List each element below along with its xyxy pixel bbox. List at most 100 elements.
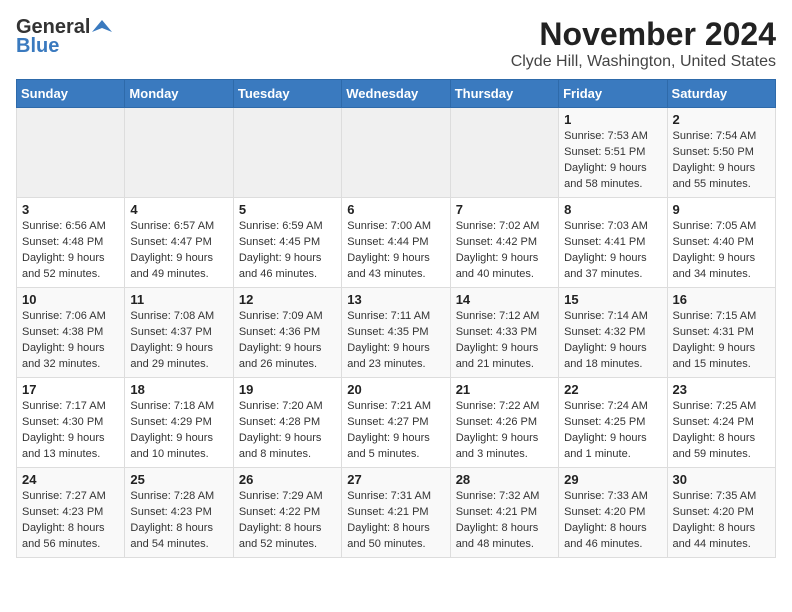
day-number: 10 — [22, 292, 119, 307]
day-number: 19 — [239, 382, 336, 397]
calendar-table: SundayMondayTuesdayWednesdayThursdayFrid… — [16, 79, 776, 558]
calendar-cell — [17, 108, 125, 198]
day-number: 24 — [22, 472, 119, 487]
calendar-cell: 14 Sunrise: 7:12 AMSunset: 4:33 PMDayligh… — [450, 288, 558, 378]
calendar-cell — [125, 108, 233, 198]
day-number: 12 — [239, 292, 336, 307]
title-section: November 2024 Clyde Hill, Washington, Un… — [511, 16, 776, 71]
day-info: Sunrise: 7:14 AMSunset: 4:32 PMDaylight:… — [564, 309, 661, 373]
calendar-cell: 17Sunrise: 7:17 AMSunset: 4:30 PMDayligh… — [17, 378, 125, 468]
day-number: 28 — [456, 472, 553, 487]
calendar-cell: 6 Sunrise: 7:00 AMSunset: 4:44 PMDaylight… — [342, 198, 450, 288]
day-number: 21 — [456, 382, 553, 397]
calendar-cell: 29Sunrise: 7:33 AMSunset: 4:20 PMDayligh… — [559, 468, 667, 558]
day-number: 14 — [456, 292, 553, 307]
calendar-cell: 30 Sunrise: 7:35 AMSunset: 4:20 PMDayligh… — [667, 468, 775, 558]
calendar-cell: 13 Sunrise: 7:11 AMSunset: 4:35 PMDayligh… — [342, 288, 450, 378]
calendar-cell: 24 Sunrise: 7:27 AMSunset: 4:23 PMDayligh… — [17, 468, 125, 558]
day-number: 30 — [673, 472, 770, 487]
logo-blue-text: Blue — [16, 35, 59, 58]
day-info: Sunrise: 7:35 AMSunset: 4:20 PMDaylight:… — [673, 489, 770, 553]
day-info: Sunrise: 6:57 AMSunset: 4:47 PMDaylight:… — [130, 219, 227, 283]
day-number: 8 — [564, 202, 661, 217]
calendar-cell: 19Sunrise: 7:20 AMSunset: 4:28 PMDayligh… — [233, 378, 341, 468]
calendar-cell: 16Sunrise: 7:15 AMSunset: 4:31 PMDayligh… — [667, 288, 775, 378]
calendar-week-1: 1 Sunrise: 7:53 AMSunset: 5:51 PMDaylight… — [17, 108, 776, 198]
header-day-tuesday: Tuesday — [233, 80, 341, 108]
header: General Blue November 2024 Clyde Hill, W… — [16, 16, 776, 71]
logo: General Blue — [16, 16, 112, 58]
day-number: 6 — [347, 202, 444, 217]
calendar-header-row: SundayMondayTuesdayWednesdayThursdayFrid… — [17, 80, 776, 108]
calendar-cell: 15 Sunrise: 7:14 AMSunset: 4:32 PMDayligh… — [559, 288, 667, 378]
header-day-sunday: Sunday — [17, 80, 125, 108]
calendar-cell — [450, 108, 558, 198]
day-info: Sunrise: 7:02 AMSunset: 4:42 PMDaylight:… — [456, 219, 553, 283]
calendar-cell: 21 Sunrise: 7:22 AMSunset: 4:26 PMDayligh… — [450, 378, 558, 468]
day-number: 20 — [347, 382, 444, 397]
day-info: Sunrise: 7:12 AMSunset: 4:33 PMDaylight:… — [456, 309, 553, 373]
day-number: 18 — [130, 382, 227, 397]
day-number: 3 — [22, 202, 119, 217]
calendar-cell: 3 Sunrise: 6:56 AMSunset: 4:48 PMDaylight… — [17, 198, 125, 288]
day-info: Sunrise: 7:53 AMSunset: 5:51 PMDaylight:… — [564, 129, 661, 193]
day-number: 15 — [564, 292, 661, 307]
calendar-cell: 7Sunrise: 7:02 AMSunset: 4:42 PMDaylight… — [450, 198, 558, 288]
day-info: Sunrise: 7:24 AMSunset: 4:25 PMDaylight:… — [564, 399, 661, 463]
calendar-cell — [342, 108, 450, 198]
day-info: Sunrise: 7:54 AMSunset: 5:50 PMDaylight:… — [673, 129, 770, 193]
day-info: Sunrise: 7:11 AMSunset: 4:35 PMDaylight:… — [347, 309, 444, 373]
day-info: Sunrise: 7:08 AMSunset: 4:37 PMDaylight:… — [130, 309, 227, 373]
day-info: Sunrise: 7:33 AMSunset: 4:20 PMDaylight:… — [564, 489, 661, 553]
day-info: Sunrise: 7:28 AMSunset: 4:23 PMDaylight:… — [130, 489, 227, 553]
calendar-cell: 27Sunrise: 7:31 AMSunset: 4:21 PMDayligh… — [342, 468, 450, 558]
day-info: Sunrise: 7:22 AMSunset: 4:26 PMDaylight:… — [456, 399, 553, 463]
day-number: 9 — [673, 202, 770, 217]
day-number: 27 — [347, 472, 444, 487]
header-day-thursday: Thursday — [450, 80, 558, 108]
header-day-wednesday: Wednesday — [342, 80, 450, 108]
day-info: Sunrise: 6:56 AMSunset: 4:48 PMDaylight:… — [22, 219, 119, 283]
day-info: Sunrise: 7:17 AMSunset: 4:30 PMDaylight:… — [22, 399, 119, 463]
calendar-week-2: 3 Sunrise: 6:56 AMSunset: 4:48 PMDaylight… — [17, 198, 776, 288]
day-number: 1 — [564, 112, 661, 127]
calendar-cell: 25 Sunrise: 7:28 AMSunset: 4:23 PMDayligh… — [125, 468, 233, 558]
day-number: 13 — [347, 292, 444, 307]
location-subtitle: Clyde Hill, Washington, United States — [511, 53, 776, 71]
day-info: Sunrise: 7:06 AMSunset: 4:38 PMDaylight:… — [22, 309, 119, 373]
day-number: 5 — [239, 202, 336, 217]
calendar-cell: 18Sunrise: 7:18 AMSunset: 4:29 PMDayligh… — [125, 378, 233, 468]
day-number: 22 — [564, 382, 661, 397]
calendar-cell: 8 Sunrise: 7:03 AMSunset: 4:41 PMDaylight… — [559, 198, 667, 288]
calendar-cell: 11Sunrise: 7:08 AMSunset: 4:37 PMDayligh… — [125, 288, 233, 378]
day-number: 4 — [130, 202, 227, 217]
month-year-title: November 2024 — [511, 16, 776, 53]
day-number: 16 — [673, 292, 770, 307]
day-info: Sunrise: 7:27 AMSunset: 4:23 PMDaylight:… — [22, 489, 119, 553]
calendar-cell: 23Sunrise: 7:25 AMSunset: 4:24 PMDayligh… — [667, 378, 775, 468]
day-info: Sunrise: 7:29 AMSunset: 4:22 PMDaylight:… — [239, 489, 336, 553]
day-info: Sunrise: 7:05 AMSunset: 4:40 PMDaylight:… — [673, 219, 770, 283]
calendar-cell: 1 Sunrise: 7:53 AMSunset: 5:51 PMDaylight… — [559, 108, 667, 198]
day-info: Sunrise: 7:00 AMSunset: 4:44 PMDaylight:… — [347, 219, 444, 283]
calendar-cell: 5Sunrise: 6:59 AMSunset: 4:45 PMDaylight… — [233, 198, 341, 288]
calendar-body: 1 Sunrise: 7:53 AMSunset: 5:51 PMDaylight… — [17, 108, 776, 558]
calendar-week-5: 24 Sunrise: 7:27 AMSunset: 4:23 PMDayligh… — [17, 468, 776, 558]
calendar-cell: 12 Sunrise: 7:09 AMSunset: 4:36 PMDayligh… — [233, 288, 341, 378]
header-day-friday: Friday — [559, 80, 667, 108]
day-number: 25 — [130, 472, 227, 487]
calendar-week-4: 17Sunrise: 7:17 AMSunset: 4:30 PMDayligh… — [17, 378, 776, 468]
day-info: Sunrise: 7:25 AMSunset: 4:24 PMDaylight:… — [673, 399, 770, 463]
day-info: Sunrise: 7:03 AMSunset: 4:41 PMDaylight:… — [564, 219, 661, 283]
day-info: Sunrise: 7:32 AMSunset: 4:21 PMDaylight:… — [456, 489, 553, 553]
day-info: Sunrise: 7:09 AMSunset: 4:36 PMDaylight:… — [239, 309, 336, 373]
calendar-cell: 9 Sunrise: 7:05 AMSunset: 4:40 PMDaylight… — [667, 198, 775, 288]
logo-bird-icon — [92, 18, 112, 38]
day-info: Sunrise: 7:21 AMSunset: 4:27 PMDaylight:… — [347, 399, 444, 463]
calendar-week-3: 10 Sunrise: 7:06 AMSunset: 4:38 PMDayligh… — [17, 288, 776, 378]
calendar-cell: 22 Sunrise: 7:24 AMSunset: 4:25 PMDayligh… — [559, 378, 667, 468]
calendar-cell: 26 Sunrise: 7:29 AMSunset: 4:22 PMDayligh… — [233, 468, 341, 558]
header-day-saturday: Saturday — [667, 80, 775, 108]
day-number: 26 — [239, 472, 336, 487]
header-day-monday: Monday — [125, 80, 233, 108]
